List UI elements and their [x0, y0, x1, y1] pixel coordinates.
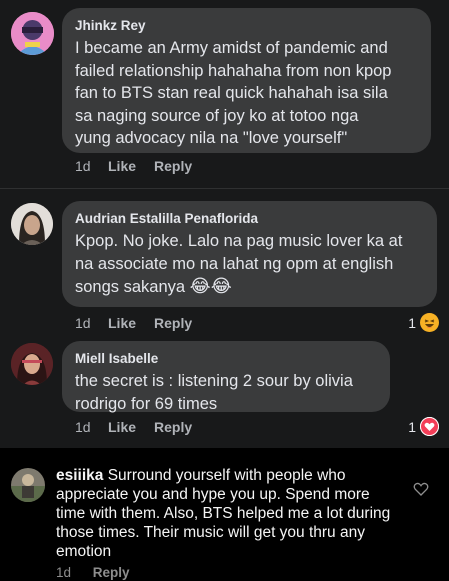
comment-actions: 1d Like Reply — [75, 315, 192, 331]
comment-text: Kpop. No joke. Lalo na pag music lover k… — [75, 230, 425, 299]
ig-comment-text: esiiika Surround yourself with people wh… — [56, 466, 396, 561]
ig-comment-body: Surround yourself with people who apprec… — [56, 467, 391, 560]
reply-button[interactable]: Reply — [154, 419, 192, 435]
divider — [0, 188, 449, 189]
facebook-comments: Jhinkz Rey I became an Army amidst of pa… — [0, 0, 449, 448]
instagram-comment: esiiika Surround yourself with people wh… — [0, 448, 449, 581]
like-button[interactable]: Like — [108, 315, 154, 331]
ig-username[interactable]: esiiika — [56, 467, 103, 484]
avatar[interactable] — [11, 343, 53, 385]
reaction-count: 1 — [408, 418, 416, 435]
comment-author[interactable]: Jhinkz Rey — [75, 17, 419, 35]
comment-time[interactable]: 1d — [75, 419, 108, 435]
reaction-summary[interactable]: 1 — [408, 417, 439, 436]
comment-bubble: Jhinkz Rey I became an Army amidst of pa… — [62, 8, 431, 153]
like-button[interactable]: Like — [108, 419, 154, 435]
comment-actions: 1d Like Reply — [75, 158, 192, 174]
comment-time[interactable]: 1d — [56, 565, 71, 580]
comment-author[interactable]: Audrian Estalilla Penaflorida — [75, 210, 425, 228]
reply-button[interactable]: Reply — [154, 315, 192, 331]
comment-actions: 1d Like Reply — [75, 419, 192, 435]
reply-button[interactable]: Reply — [93, 565, 130, 580]
avatar[interactable] — [11, 468, 45, 502]
comment-time[interactable]: 1d — [75, 158, 108, 174]
reply-button[interactable]: Reply — [154, 158, 192, 174]
comment-bubble: Audrian Estalilla Penaflorida Kpop. No j… — [62, 201, 437, 307]
ig-comment-actions: 1d Reply — [56, 565, 130, 580]
comment-text: the secret is : listening 2 sour by oliv… — [75, 372, 353, 413]
comment-text-body: Kpop. No joke. Lalo na pag music lover k… — [75, 232, 403, 296]
heart-outline-icon[interactable] — [413, 481, 429, 497]
like-button[interactable]: Like — [108, 158, 154, 174]
laughing-emoji: 😂😂 — [189, 276, 232, 296]
haha-icon — [420, 313, 439, 332]
comment-bubble: Miell Isabelle the secret is : listening… — [62, 341, 390, 413]
reaction-summary[interactable]: 1 — [408, 313, 439, 332]
comment-author[interactable]: Miell Isabelle — [75, 350, 378, 368]
avatar[interactable] — [11, 203, 53, 245]
comment-text: I became an Army amidst of pandemic and … — [75, 39, 392, 147]
comment-time[interactable]: 1d — [75, 315, 108, 331]
love-icon — [420, 417, 439, 436]
avatar[interactable] — [11, 12, 54, 55]
reaction-count: 1 — [408, 314, 416, 331]
